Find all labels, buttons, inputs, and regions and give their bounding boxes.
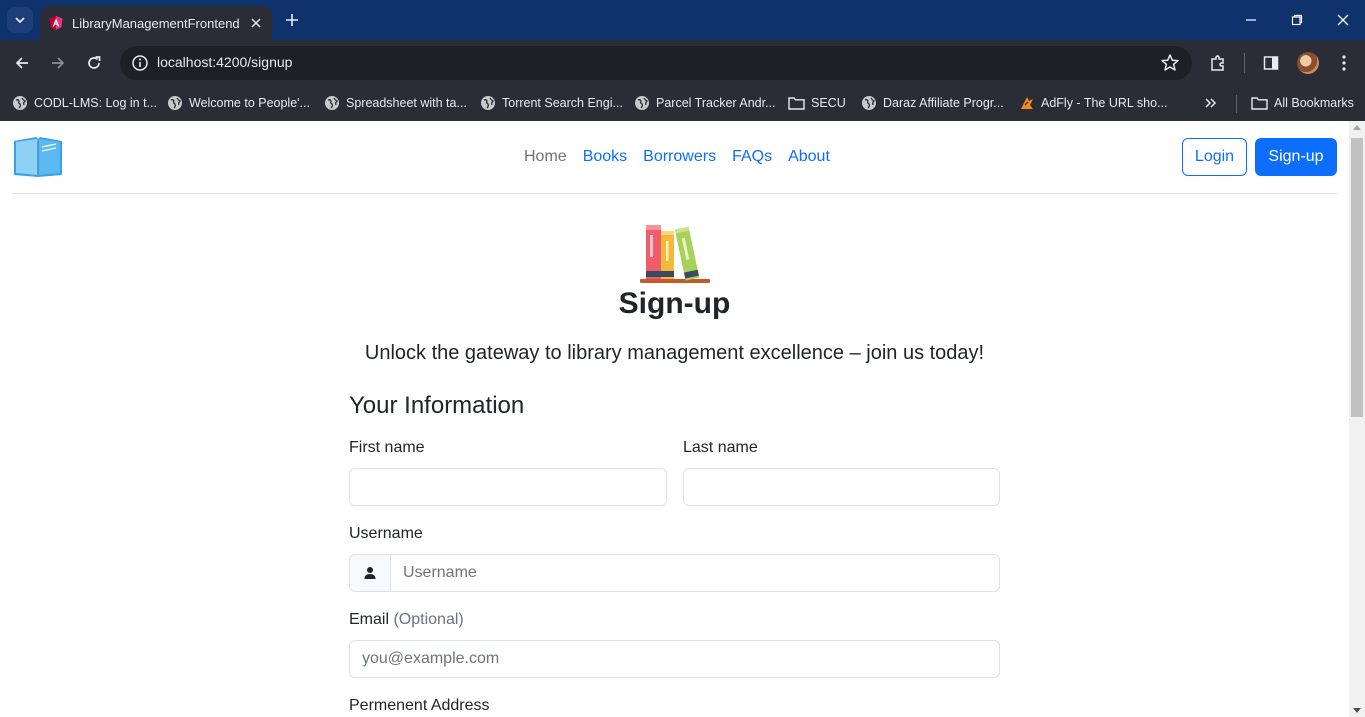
bookmark-label: CODL-LMS: Log in t...: [34, 96, 157, 110]
browser-tab-strip: LibraryManagementFrontend: [0, 0, 1365, 40]
bookmark-label: Parcel Tracker Andr...: [656, 96, 776, 110]
bookmark-item[interactable]: Spreadsheet with ta...: [324, 92, 467, 114]
address-bar[interactable]: localhost:4200/signup: [120, 46, 1192, 80]
kebab-menu-icon: [1342, 55, 1346, 71]
nav-home[interactable]: Home: [516, 145, 575, 169]
bookmark-item[interactable]: Daraz Affiliate Progr...: [861, 92, 1004, 114]
email-optional-text: (Optional): [393, 611, 464, 628]
nav-books[interactable]: Books: [575, 145, 635, 169]
page-viewport: Home Books Borrowers FAQs About Login Si…: [0, 121, 1349, 717]
page-scrollbar[interactable]: [1349, 121, 1365, 717]
address-label: Permenent Address: [349, 697, 490, 714]
site-info-icon[interactable]: [128, 51, 152, 75]
restore-icon: [1291, 14, 1303, 26]
extensions-button[interactable]: [1207, 52, 1229, 74]
folder-icon: [1251, 97, 1268, 110]
email-placeholder: you@example.com: [362, 650, 500, 667]
scroll-thumb[interactable]: [1351, 138, 1363, 417]
bookmarks-divider: [1236, 95, 1237, 113]
globe-icon: [13, 96, 27, 110]
books-icon: [640, 225, 710, 283]
email-input[interactable]: you@example.com: [349, 640, 1000, 678]
username-addon: [349, 554, 391, 592]
signup-button[interactable]: Sign-up: [1255, 138, 1337, 176]
scroll-up-arrow[interactable]: [1353, 125, 1361, 130]
reload-icon: [88, 56, 101, 69]
bookmark-label: Welcome to People'...: [189, 96, 310, 110]
close-tab-icon[interactable]: [248, 15, 264, 31]
forward-button[interactable]: [46, 51, 70, 75]
nav-borrowers[interactable]: Borrowers: [635, 145, 724, 169]
arrow-right-icon: [52, 57, 65, 69]
browser-menu-button[interactable]: [1333, 52, 1355, 74]
user-icon: [364, 567, 376, 579]
globe-icon: [635, 96, 649, 110]
bookmark-item[interactable]: Welcome to People'...: [167, 92, 310, 114]
globe-icon: [862, 96, 876, 110]
section-title: Your Information: [349, 392, 525, 419]
bookmark-item[interactable]: Parcel Tracker Andr...: [634, 92, 776, 114]
bookmark-label: Daraz Affiliate Progr...: [883, 96, 1004, 110]
profile-avatar[interactable]: [1297, 52, 1319, 74]
last-name-label: Last name: [683, 439, 758, 456]
page-title: Sign-up: [618, 287, 731, 320]
back-button[interactable]: [10, 51, 34, 75]
globe-icon: [168, 96, 182, 110]
first-name-input[interactable]: [349, 468, 667, 506]
page-subtitle: Unlock the gateway to library management…: [364, 342, 985, 364]
browser-toolbar: localhost:4200/signup: [0, 40, 1365, 86]
bookmark-star-icon[interactable]: [1160, 53, 1180, 73]
new-tab-button[interactable]: [282, 10, 302, 30]
side-panel-button[interactable]: [1260, 52, 1282, 74]
arrow-left-icon: [15, 57, 28, 69]
active-tab[interactable]: LibraryManagementFrontend: [40, 6, 272, 40]
side-panel-icon: [1263, 56, 1279, 70]
minimize-icon: [1246, 19, 1256, 21]
more-bookmarks-button[interactable]: [1204, 92, 1224, 114]
bookmark-folder[interactable]: SECU: [788, 92, 846, 114]
scroll-down-arrow[interactable]: [1353, 708, 1361, 713]
plus-icon: [286, 14, 298, 26]
restore-button[interactable]: [1287, 10, 1307, 30]
globe-icon: [325, 96, 339, 110]
globe-icon: [481, 96, 495, 110]
adfly-icon: [1021, 97, 1033, 109]
nav-faqs[interactable]: FAQs: [724, 145, 780, 169]
email-label: Email (Optional): [349, 611, 464, 629]
open-book-logo-icon[interactable]: [12, 133, 64, 179]
folder-icon: [788, 97, 805, 110]
login-button[interactable]: Login: [1182, 138, 1247, 176]
site-header: Home Books Borrowers FAQs About Login Si…: [12, 121, 1337, 194]
puzzle-icon: [1211, 55, 1224, 71]
double-chevron-right-icon: [1205, 98, 1217, 108]
toolbar-divider: [1244, 53, 1245, 73]
username-placeholder: Username: [403, 564, 477, 581]
all-bookmarks-label: All Bookmarks: [1274, 96, 1354, 110]
chevron-down-icon: [15, 17, 25, 24]
last-name-input[interactable]: [683, 468, 1000, 506]
url-text: localhost:4200/signup: [157, 54, 293, 70]
close-window-button[interactable]: [1333, 10, 1353, 30]
bookmark-label: Torrent Search Engi...: [502, 96, 623, 110]
minimize-button[interactable]: [1241, 10, 1261, 30]
bookmark-label: AdFly - The URL sho...: [1041, 96, 1168, 110]
bookmark-item[interactable]: AdFly - The URL sho...: [1019, 92, 1167, 114]
tab-title: LibraryManagementFrontend: [72, 15, 240, 31]
username-label: Username: [349, 525, 423, 542]
main-nav: Home Books Borrowers FAQs About: [516, 145, 838, 169]
bookmark-item[interactable]: CODL-LMS: Log in t...: [12, 92, 157, 114]
bookmark-label: SECU: [811, 96, 846, 110]
username-input[interactable]: Username: [390, 554, 1000, 592]
all-bookmarks-folder[interactable]: All Bookmarks: [1251, 92, 1354, 114]
tab-search-button[interactable]: [7, 7, 33, 33]
close-icon: [1337, 14, 1349, 26]
bookmarks-bar: CODL-LMS: Log in t... Welcome to People'…: [0, 86, 1365, 121]
reload-button[interactable]: [82, 51, 106, 75]
nav-about[interactable]: About: [780, 145, 838, 169]
bookmark-item[interactable]: Torrent Search Engi...: [480, 92, 623, 114]
angular-icon: [49, 16, 63, 30]
bookmark-label: Spreadsheet with ta...: [346, 96, 467, 110]
email-label-text: Email: [349, 611, 390, 628]
first-name-label: First name: [349, 439, 425, 456]
